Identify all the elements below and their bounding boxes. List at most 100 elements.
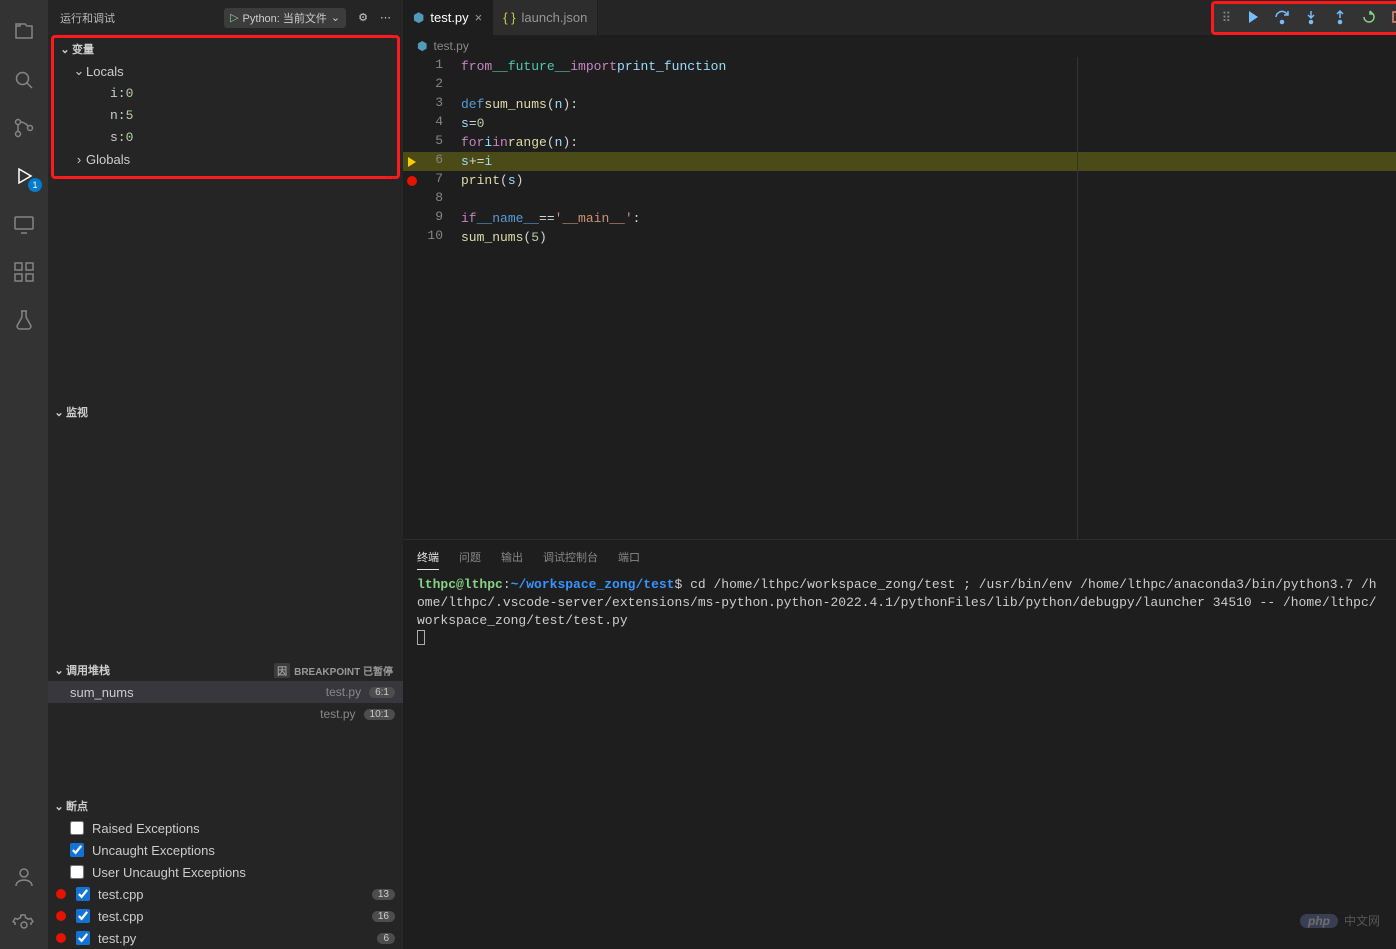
callstack-row[interactable]: sum_numstest.py6:1 [48, 681, 403, 703]
panel-tab[interactable]: 输出 [501, 545, 523, 569]
scm-icon[interactable] [0, 104, 48, 152]
breakpoint-label: Raised Exceptions [92, 821, 200, 836]
frame-location: 10:1 [364, 709, 395, 720]
code-line[interactable]: 3def sum_nums(n): [403, 95, 1396, 114]
breakpoint-checkbox[interactable] [76, 931, 90, 945]
line-number: 7 [421, 171, 461, 190]
terminal-cursor-line [417, 630, 1382, 651]
breakpoint-checkbox[interactable] [70, 865, 84, 879]
callstack-header[interactable]: ⌄ 调用堆栈 因 BREAKPOINT 已暂停 [48, 659, 403, 681]
callstack-header-label: 调用堆栈 [66, 662, 110, 678]
breakpoint-label: test.py [98, 931, 136, 946]
testing-icon[interactable] [0, 296, 48, 344]
gear-icon[interactable]: ⚙ [358, 11, 368, 24]
code-line[interactable]: 8 [403, 190, 1396, 209]
breakpoint-checkbox[interactable] [70, 821, 84, 835]
panel-tab[interactable]: 问题 [459, 545, 481, 569]
panel-tab[interactable]: 端口 [618, 545, 640, 569]
remote-icon[interactable] [0, 200, 48, 248]
code-line[interactable]: 5 for i in range(n): [403, 133, 1396, 152]
breakpoint-row[interactable]: test.cpp16 [48, 905, 403, 927]
frame-name: sum_nums [70, 685, 134, 700]
debug-config-dropdown[interactable]: ▷ Python: 当前文件 ⌄ [224, 8, 346, 28]
code-text: s += i [461, 152, 1396, 171]
variable-name: n: [110, 108, 126, 123]
continue-icon[interactable] [1244, 9, 1260, 28]
breakpoint-row[interactable]: test.py 6 [48, 927, 403, 949]
debug-icon[interactable]: 1 [0, 152, 48, 200]
extensions-icon[interactable] [0, 248, 48, 296]
panel-tabs: 终端问题输出调试控制台端口 [403, 540, 1396, 570]
breakpoint-row[interactable]: Uncaught Exceptions [48, 839, 403, 861]
code-line[interactable]: 9if __name__ == '__main__': [403, 209, 1396, 228]
search-icon[interactable] [0, 56, 48, 104]
line-number: 1 [421, 57, 461, 76]
watermark-logo: php [1300, 914, 1338, 928]
terminal-user: lthpc@lthpc [417, 577, 503, 592]
code-editor[interactable]: 1from __future__ import print_function23… [403, 57, 1396, 539]
bottom-panel: 终端问题输出调试控制台端口 lthpc@lthpc:~/workspace_zo… [403, 539, 1396, 949]
breakpoint-checkbox[interactable] [70, 843, 84, 857]
step-over-icon[interactable] [1274, 9, 1290, 28]
panel-tab[interactable]: 调试控制台 [543, 545, 598, 569]
editor-ruler [1077, 57, 1078, 539]
account-icon[interactable] [0, 853, 48, 901]
close-icon[interactable]: × [475, 10, 483, 25]
variables-section-highlight: ⌄ 变量 ⌄ Locals i: 0n: 5s: 0 › Globals [51, 35, 400, 179]
code-line[interactable]: 10 sum_nums(5) [403, 228, 1396, 247]
watch-header[interactable]: ⌄ 监视 [48, 401, 403, 423]
terminal[interactable]: lthpc@lthpc:~/workspace_zong/test$ cd /h… [403, 570, 1396, 949]
watermark-text: 中文网 [1344, 912, 1380, 929]
watch-header-label: 监视 [66, 404, 88, 420]
breakpoint-row[interactable]: User Uncaught Exceptions [48, 861, 403, 883]
variable-name: s: [110, 130, 126, 145]
step-into-icon[interactable] [1303, 9, 1319, 28]
panel-tab[interactable]: 终端 [417, 545, 439, 570]
more-icon[interactable]: ⋯ [380, 11, 391, 24]
breakpoint-dot-icon [56, 911, 66, 921]
line-number: 5 [421, 133, 461, 152]
chevron-right-icon: › [72, 152, 86, 167]
code-line[interactable]: 6 s += i [403, 152, 1396, 171]
locals-label: Locals [86, 64, 124, 79]
stop-icon[interactable] [1390, 9, 1396, 28]
cursor-icon [417, 630, 425, 645]
variable-row[interactable]: i: 0 [54, 82, 397, 104]
variables-header[interactable]: ⌄ 变量 [54, 38, 397, 60]
settings-icon[interactable] [0, 901, 48, 949]
code-text: if __name__ == '__main__': [461, 209, 1396, 228]
breakpoints-header[interactable]: ⌄ 断点 [48, 795, 403, 817]
variable-row[interactable]: s: 0 [54, 126, 397, 148]
breakpoint-checkbox[interactable] [76, 887, 90, 901]
breakpoint-icon[interactable] [407, 176, 417, 186]
chevron-down-icon: ⌄ [72, 63, 86, 79]
globals-label: Globals [86, 152, 130, 167]
locals-scope[interactable]: ⌄ Locals [54, 60, 397, 82]
code-line[interactable]: 1from __future__ import print_function [403, 57, 1396, 76]
step-out-icon[interactable] [1332, 9, 1348, 28]
sidebar-header: 运行和调试 ▷ Python: 当前文件 ⌄ ⚙ ⋯ [48, 0, 403, 35]
code-text: from __future__ import print_function [461, 57, 1396, 76]
frame-location: 6:1 [369, 687, 395, 698]
variable-row[interactable]: n: 5 [54, 104, 397, 126]
breakpoint-checkbox[interactable] [76, 909, 90, 923]
editor-tab[interactable]: ⬢test.py× [403, 0, 493, 35]
restart-icon[interactable] [1361, 9, 1377, 28]
callstack-row[interactable]: test.py10:1 [48, 703, 403, 725]
code-line[interactable]: 2 [403, 76, 1396, 95]
breakpoint-row[interactable]: test.cpp13 [48, 883, 403, 905]
code-line[interactable]: 7 print(s) [403, 171, 1396, 190]
breadcrumb[interactable]: ⬢ test.py [403, 35, 1396, 57]
explorer-icon[interactable] [0, 8, 48, 56]
editor-tab[interactable]: { }launch.json [493, 0, 598, 35]
activity-bar: 1 [0, 0, 48, 949]
code-text [461, 190, 1396, 209]
globals-scope[interactable]: › Globals [54, 148, 397, 170]
breakpoint-line: 6 [377, 933, 395, 944]
drag-handle-icon[interactable]: ⠿ [1222, 10, 1232, 26]
callstack-status-label: BREAKPOINT 已暂停 [294, 663, 393, 678]
line-number: 3 [421, 95, 461, 114]
line-number: 8 [421, 190, 461, 209]
code-line[interactable]: 4 s=0 [403, 114, 1396, 133]
breakpoint-row[interactable]: Raised Exceptions [48, 817, 403, 839]
